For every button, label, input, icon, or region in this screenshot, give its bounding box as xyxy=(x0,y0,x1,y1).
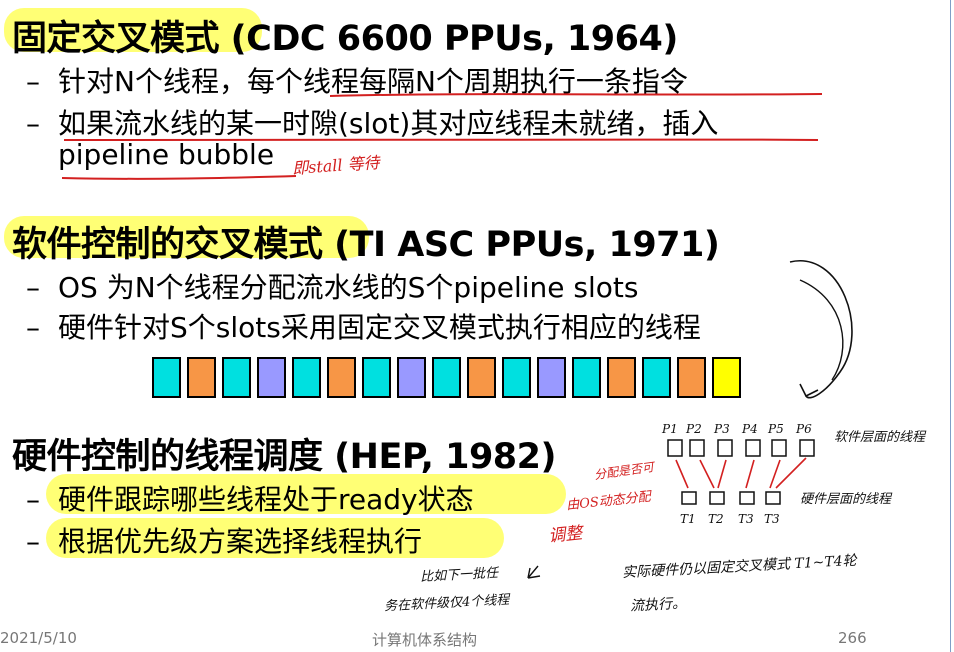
arrow-p4-t3 xyxy=(745,459,755,489)
priority-arrow xyxy=(527,565,541,579)
black-loop-2 xyxy=(799,279,844,381)
arrow-p2-t2 xyxy=(699,459,715,489)
p2-box xyxy=(689,439,705,457)
p5-label: P5 xyxy=(768,422,784,436)
p3-label: P3 xyxy=(714,422,730,436)
black-loop-1 xyxy=(789,259,853,399)
t1-box xyxy=(681,491,697,505)
red-underline-3 xyxy=(61,175,297,180)
p3-box xyxy=(717,439,733,457)
p2-label: P2 xyxy=(686,422,702,436)
p1-label: P1 xyxy=(662,422,678,436)
p6-label: P6 xyxy=(796,422,812,436)
arrow-p5-t4 xyxy=(769,459,781,489)
t3-box xyxy=(739,491,755,505)
p1-box xyxy=(667,439,683,457)
arrow-p6-t4 xyxy=(775,457,807,489)
t4-box xyxy=(765,491,781,505)
p4-box xyxy=(745,439,761,457)
fixed-interleave-note-2: 流执行。 xyxy=(629,595,687,615)
t2-box xyxy=(709,491,725,505)
t2-label: T2 xyxy=(708,512,724,526)
t3-label: T3 xyxy=(738,512,754,526)
p5-box xyxy=(771,439,787,457)
hardware-thread-boxes xyxy=(681,491,781,505)
software-thread-boxes xyxy=(667,439,815,457)
priority-note-1: 比如下一批任 xyxy=(419,565,499,586)
red-underline-1 xyxy=(329,93,823,97)
red-mapping-arrows xyxy=(675,457,807,489)
p4-label: P4 xyxy=(742,422,758,436)
red-underline-2 xyxy=(63,137,819,141)
adjust-note: 调整 xyxy=(547,523,584,547)
t1-label: T1 xyxy=(680,512,696,526)
black-arrow-head xyxy=(799,383,819,398)
t4-label: T3 xyxy=(764,512,780,526)
p6-box xyxy=(799,439,815,457)
arrow-p3-t2 xyxy=(717,459,727,489)
hardware-threads-note: 硬件层面的线程 xyxy=(800,492,892,507)
software-threads-note: 软件层面的线程 xyxy=(834,430,926,445)
arrow-p1-t1 xyxy=(675,459,689,489)
